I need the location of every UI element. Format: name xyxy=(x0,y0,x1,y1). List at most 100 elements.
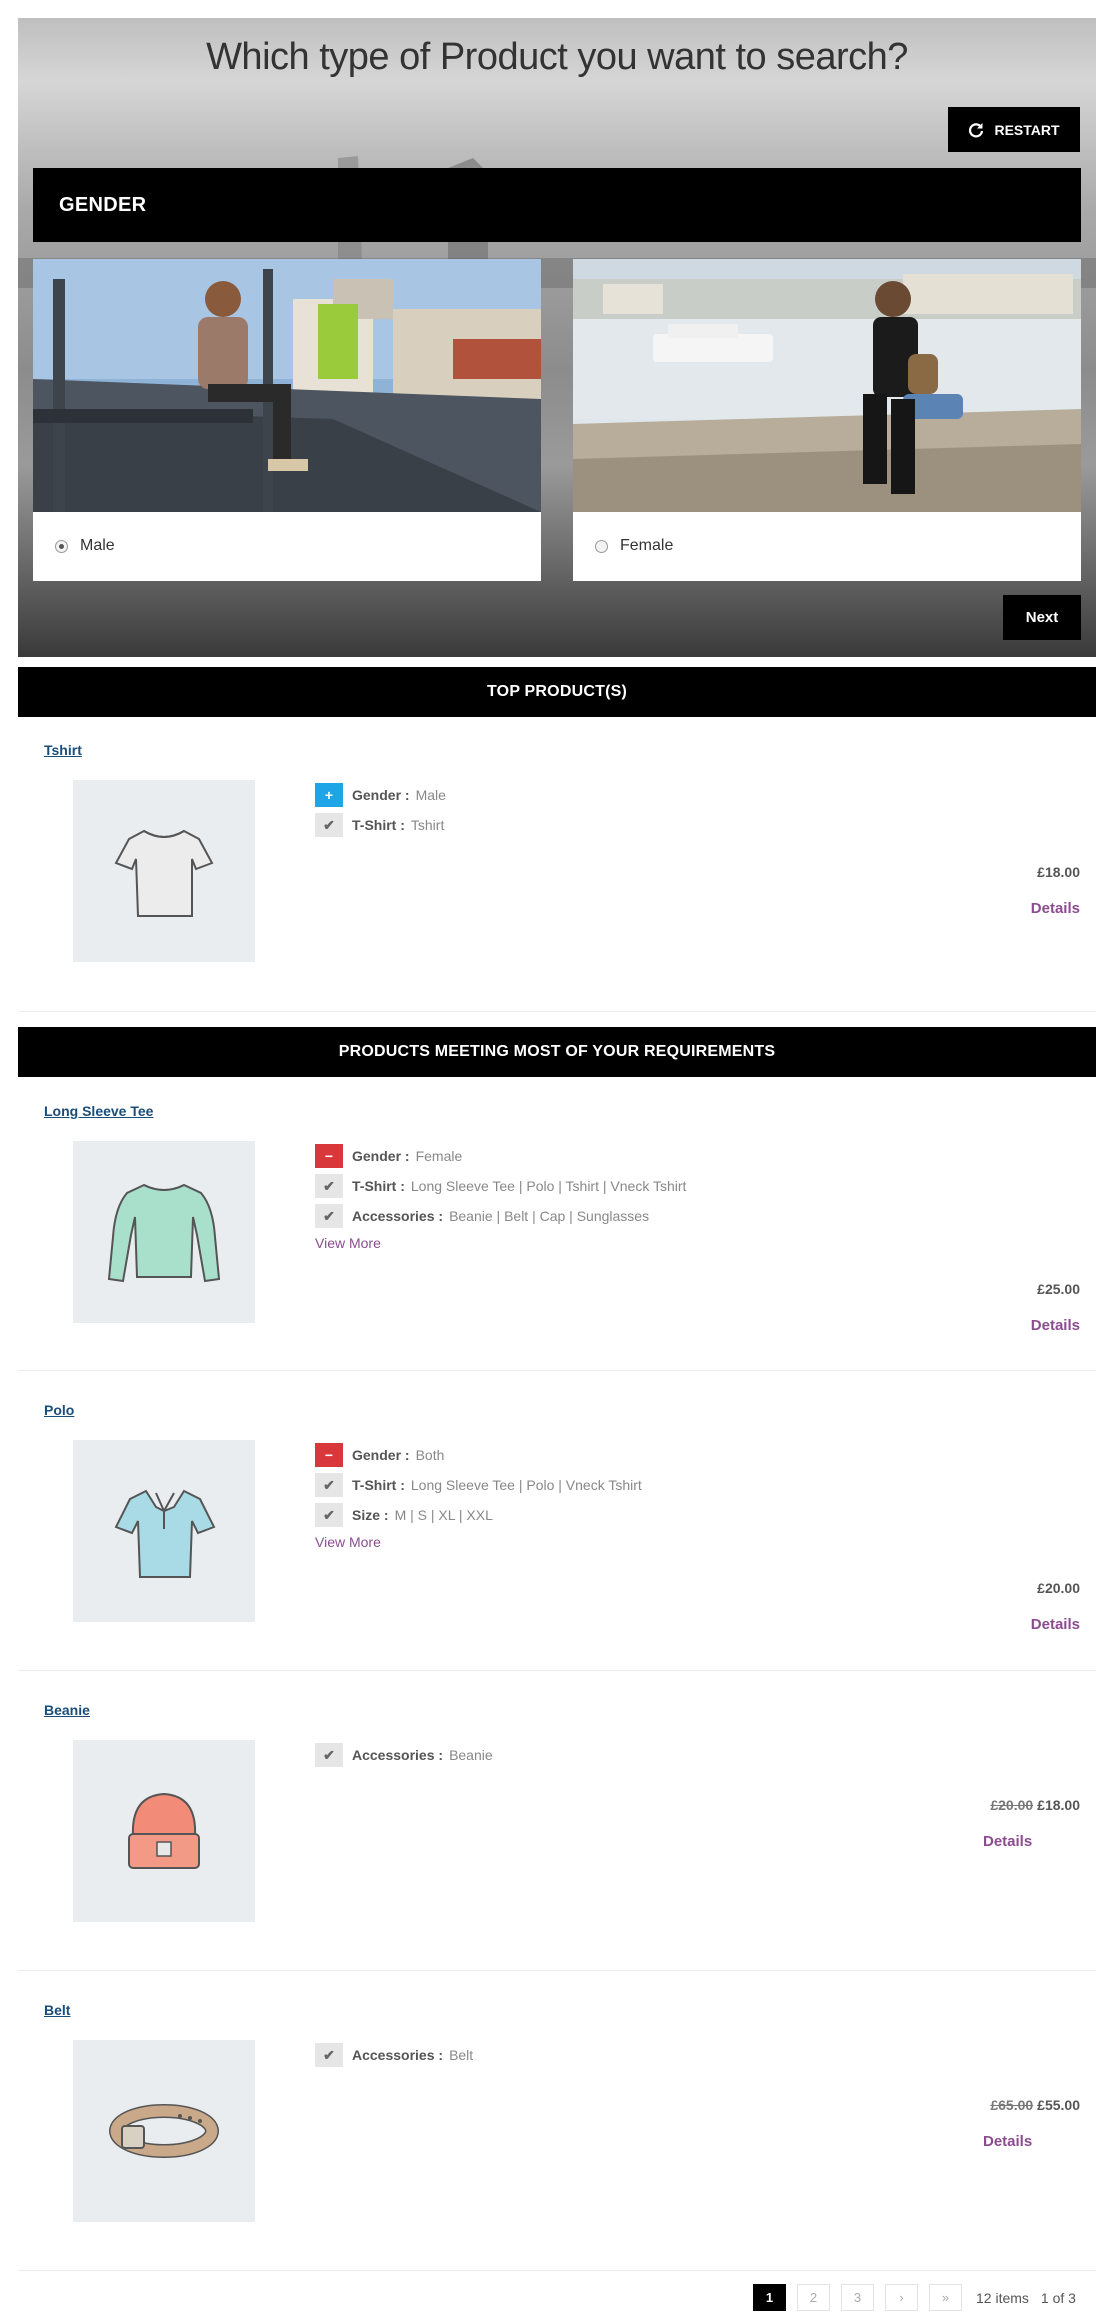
attribute-label: Accessories : xyxy=(352,2047,444,2063)
attribute-value: Beanie | Belt | Cap | Sunglasses xyxy=(449,1208,650,1224)
product-name-link[interactable]: Tshirt xyxy=(44,742,82,758)
next-button[interactable]: Next xyxy=(1003,595,1081,640)
attribute-value: Long Sleeve Tee | Polo | Tshirt | Vneck … xyxy=(410,1178,687,1194)
attribute-row: ✔ Size : M | S | XL | XXL xyxy=(315,1500,642,1530)
attribute-label: Accessories : xyxy=(352,1208,444,1224)
check-icon: ✔ xyxy=(315,1473,343,1497)
page-2-button[interactable]: 2 xyxy=(797,2284,830,2311)
product-price: £20.00 xyxy=(1037,1580,1080,1596)
attribute-label: T-Shirt : xyxy=(352,1477,405,1493)
product-name-link[interactable]: Beanie xyxy=(44,1702,90,1718)
female-option[interactable]: Female xyxy=(595,537,673,555)
product-image[interactable] xyxy=(73,1440,255,1622)
view-more-link[interactable]: View More xyxy=(315,1235,381,1251)
beanie-icon xyxy=(128,1792,200,1869)
female-radio[interactable] xyxy=(595,539,608,553)
option-card-male[interactable]: Male xyxy=(33,259,541,581)
attribute-row: + Gender : Male xyxy=(315,780,446,810)
female-photo xyxy=(573,259,1081,512)
page-3-button[interactable]: 3 xyxy=(841,2284,874,2311)
attribute-value: Beanie xyxy=(449,1747,493,1763)
attribute-row: ✔ Accessories : Beanie xyxy=(315,1740,493,1770)
male-photo xyxy=(33,259,541,512)
divider xyxy=(18,1670,1096,1671)
check-icon: ✔ xyxy=(315,1204,343,1228)
divider xyxy=(18,1011,1096,1012)
old-price-value: £20.00 xyxy=(990,1797,1034,1813)
attribute-value: Tshirt xyxy=(410,817,445,833)
attribute-row: − Gender : Both xyxy=(315,1440,642,1470)
attribute-row: ✔ T-Shirt : Tshirt xyxy=(315,810,446,840)
attribute-label: Size : xyxy=(352,1507,389,1523)
search-wizard: Which type of Product you want to search… xyxy=(18,18,1096,657)
attribute-row: ✔ T-Shirt : Long Sleeve Tee | Polo | Vne… xyxy=(315,1470,642,1500)
product-attributes: − Gender : Both ✔ T-Shirt : Long Sleeve … xyxy=(315,1440,642,1552)
female-label: Female xyxy=(620,537,674,554)
matching-products-header: PRODUCTS MEETING MOST OF YOUR REQUIREMEN… xyxy=(18,1027,1096,1077)
product-attributes: − Gender : Female ✔ T-Shirt : Long Sleev… xyxy=(315,1141,686,1253)
view-more-link[interactable]: View More xyxy=(315,1534,381,1550)
page-1-button[interactable]: 1 xyxy=(753,2284,786,2311)
top-products-title: TOP PRODUCT(S) xyxy=(487,683,627,700)
product-name-link[interactable]: Long Sleeve Tee xyxy=(44,1103,153,1119)
attribute-value: M | S | XL | XXL xyxy=(394,1507,493,1523)
next-page-button[interactable]: › xyxy=(885,2284,918,2311)
male-label: Male xyxy=(80,537,115,554)
attribute-row: ✔ T-Shirt : Long Sleeve Tee | Polo | Tsh… xyxy=(315,1171,686,1201)
pagination: 1 2 3 › » 12 items 1 of 3 xyxy=(753,2284,1088,2311)
product-price: £65.00 £55.00 xyxy=(990,2097,1080,2113)
polo-shirt-icon xyxy=(114,1489,216,1578)
product-image[interactable] xyxy=(73,780,255,962)
product-price: £20.00 £18.00 xyxy=(990,1797,1080,1813)
price-value: £18.00 xyxy=(1037,864,1080,880)
restart-label: RESTART xyxy=(994,121,1060,138)
details-link[interactable]: Details xyxy=(983,2133,1032,2150)
divider xyxy=(18,2270,1096,2271)
attribute-row: ✔ Accessories : Beanie | Belt | Cap | Su… xyxy=(315,1201,686,1231)
matching-products-title: PRODUCTS MEETING MOST OF YOUR REQUIREMEN… xyxy=(338,1043,776,1060)
product-image[interactable] xyxy=(73,1141,255,1323)
details-link[interactable]: Details xyxy=(1031,1317,1080,1334)
male-radio[interactable] xyxy=(55,539,68,553)
divider xyxy=(18,1370,1096,1371)
details-link[interactable]: Details xyxy=(983,1833,1032,1850)
check-icon: ✔ xyxy=(315,2043,343,2067)
restart-button[interactable]: RESTART xyxy=(948,107,1080,152)
check-icon: ✔ xyxy=(315,1743,343,1767)
product-attributes: + Gender : Male ✔ T-Shirt : Tshirt xyxy=(315,780,446,840)
product-name-link[interactable]: Belt xyxy=(44,2002,70,2018)
product-attributes: ✔ Accessories : Beanie xyxy=(315,1740,493,1770)
attribute-value: Belt xyxy=(449,2047,474,2063)
price-value: £18.00 xyxy=(1037,1797,1080,1813)
wizard-title: Which type of Product you want to search… xyxy=(206,36,908,78)
price-value: £55.00 xyxy=(1037,2097,1080,2113)
check-icon: ✔ xyxy=(315,1503,343,1527)
attribute-row: − Gender : Female xyxy=(315,1141,686,1171)
attribute-value: Long Sleeve Tee | Polo | Vneck Tshirt xyxy=(410,1477,642,1493)
minus-icon: − xyxy=(315,1144,343,1168)
option-card-female[interactable]: Female xyxy=(573,259,1081,581)
product-price: £18.00 xyxy=(1037,864,1080,880)
belt-icon xyxy=(109,2104,219,2158)
price-value: £20.00 xyxy=(1037,1580,1080,1596)
items-count: 12 items xyxy=(976,2289,1029,2306)
product-name-link[interactable]: Polo xyxy=(44,1402,74,1418)
details-link[interactable]: Details xyxy=(1031,1616,1080,1633)
last-page-button[interactable]: » xyxy=(929,2284,962,2311)
details-link[interactable]: Details xyxy=(1031,900,1080,917)
male-option[interactable]: Male xyxy=(55,537,115,555)
attribute-value: Female xyxy=(415,1148,463,1164)
check-icon: ✔ xyxy=(315,1174,343,1198)
product-image[interactable] xyxy=(73,1740,255,1922)
attribute-label: Gender : xyxy=(352,787,410,803)
refresh-icon xyxy=(969,122,984,137)
top-products-header: TOP PRODUCT(S) xyxy=(18,667,1096,717)
divider xyxy=(18,1970,1096,1971)
attribute-row: ✔ Accessories : Belt xyxy=(315,2040,473,2070)
attribute-label: Gender : xyxy=(352,1447,410,1463)
step-title-bar: GENDER xyxy=(33,168,1081,242)
product-price: £25.00 xyxy=(1037,1281,1080,1297)
product-attributes: ✔ Accessories : Belt xyxy=(315,2040,473,2070)
product-image[interactable] xyxy=(73,2040,255,2222)
attribute-label: T-Shirt : xyxy=(352,817,405,833)
